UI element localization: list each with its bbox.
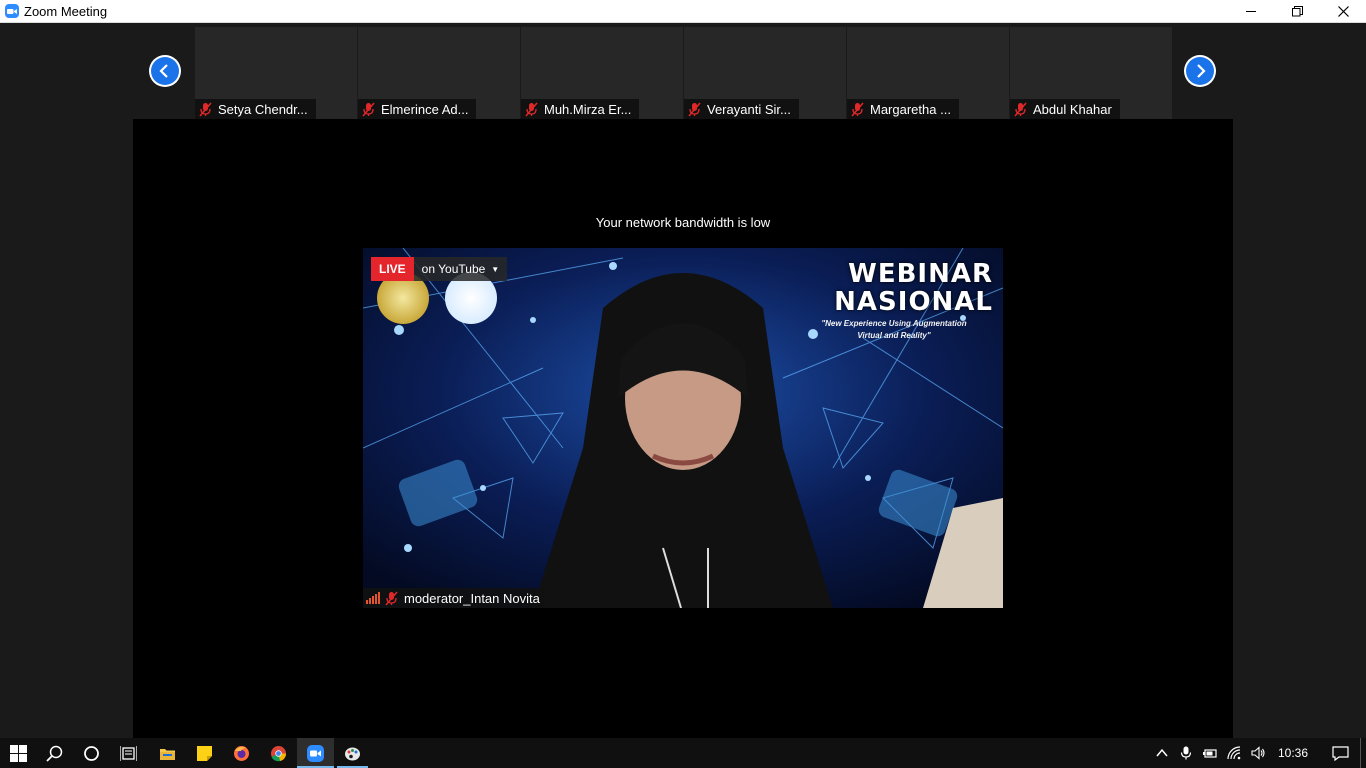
- previous-page-button[interactable]: [149, 55, 181, 87]
- start-button[interactable]: [0, 738, 36, 768]
- participant-name: Abdul Khahar: [1033, 101, 1112, 117]
- action-center-button[interactable]: [1320, 738, 1360, 768]
- firefox-button[interactable]: [223, 738, 260, 768]
- participant-tile[interactable]: Abdul Khahar: [1010, 27, 1172, 119]
- network-tray-button[interactable]: [1222, 738, 1246, 768]
- participant-name-tag: Elmerince Ad...: [358, 99, 477, 119]
- network-bandwidth-notice: Your network bandwidth is low: [595, 215, 771, 230]
- mic-muted-icon: [688, 102, 701, 116]
- participant-tile[interactable]: Margaretha ...: [847, 27, 1009, 119]
- paint-button[interactable]: [334, 738, 371, 768]
- show-hidden-icons-button[interactable]: [1150, 738, 1174, 768]
- firefox-icon: [234, 745, 249, 761]
- zoom-app-icon: [5, 4, 19, 18]
- task-view-icon: [120, 745, 137, 761]
- mic-muted-icon: [362, 102, 375, 116]
- gallery-strip: Setya Chendr... Elmerince Ad... Muh.Mirz…: [133, 23, 1233, 119]
- zoom-taskbar-button[interactable]: [297, 738, 334, 768]
- participant-name-tag: Verayanti Sir...: [684, 99, 799, 119]
- live-on-youtube-badge[interactable]: LIVE on YouTube ▼: [371, 257, 508, 281]
- participant-name: Margaretha ...: [870, 101, 951, 117]
- participant-name-tag: Margaretha ...: [847, 99, 959, 119]
- windows-taskbar: 10:36: [0, 738, 1366, 768]
- speaker-name-tag: moderator_Intan Novita: [363, 588, 544, 608]
- mic-muted-icon: [199, 102, 212, 116]
- chevron-up-icon: [1156, 748, 1168, 757]
- show-desktop-button[interactable]: [1360, 738, 1366, 768]
- chevron-left-icon: [159, 64, 168, 78]
- file-explorer-icon: [160, 748, 175, 760]
- webinar-subtitle: "New Experience Using Augmentation Virtu…: [821, 319, 967, 340]
- restore-button[interactable]: [1274, 0, 1320, 23]
- next-page-button[interactable]: [1184, 55, 1216, 87]
- chevron-right-icon: [1197, 64, 1206, 78]
- participant-tile[interactable]: Verayanti Sir...: [684, 27, 846, 119]
- notification-icon: [1331, 745, 1349, 761]
- participant-tile[interactable]: Muh.Mirza Er...: [521, 27, 683, 119]
- participant-name-tag: Muh.Mirza Er...: [521, 99, 640, 119]
- live-platform-label: on YouTube: [421, 262, 486, 276]
- mic-muted-icon: [851, 102, 864, 116]
- participant-name: Elmerince Ad...: [381, 101, 469, 117]
- title-bar: Zoom Meeting: [0, 0, 1366, 23]
- sticky-notes-icon: [197, 745, 212, 761]
- microphone-icon: [1180, 746, 1192, 760]
- search-icon: [46, 745, 63, 762]
- task-view-button[interactable]: [110, 738, 147, 768]
- meeting-stage: Setya Chendr... Elmerince Ad... Muh.Mirz…: [0, 23, 1366, 738]
- caret-down-icon: ▼: [491, 264, 500, 274]
- mic-muted-icon: [525, 102, 538, 116]
- mic-muted-icon: [1014, 102, 1027, 116]
- participant-tile[interactable]: Setya Chendr...: [195, 27, 357, 119]
- sticky-notes-button[interactable]: [186, 738, 223, 768]
- active-speaker-video[interactable]: WEBINAR NASIONAL "New Experience Using A…: [363, 248, 1003, 608]
- participant-name: Setya Chendr...: [218, 101, 308, 117]
- volume-tray-button[interactable]: [1246, 738, 1270, 768]
- participant-name: Muh.Mirza Er...: [544, 101, 632, 117]
- chrome-button[interactable]: [260, 738, 297, 768]
- battery-tray-button[interactable]: [1198, 738, 1222, 768]
- paint-icon: [345, 747, 360, 760]
- file-explorer-button[interactable]: [149, 738, 186, 768]
- minimize-button[interactable]: [1228, 0, 1274, 23]
- participant-name-tag: Abdul Khahar: [1010, 99, 1120, 119]
- zoom-icon: [307, 744, 324, 762]
- participant-name: Verayanti Sir...: [707, 101, 791, 117]
- speaker-name: moderator_Intan Novita: [404, 590, 540, 606]
- cortana-button[interactable]: [73, 738, 110, 768]
- webinar-title-line2: NASIONAL: [834, 287, 993, 317]
- participant-tile[interactable]: Elmerince Ad...: [358, 27, 520, 119]
- signal-strength-icon: [366, 592, 380, 604]
- microphone-tray-button[interactable]: [1174, 738, 1198, 768]
- close-button[interactable]: [1320, 0, 1366, 23]
- cortana-icon: [84, 745, 99, 761]
- live-indicator: LIVE: [371, 257, 414, 281]
- battery-plugged-icon: [1202, 749, 1217, 758]
- mic-muted-icon: [385, 591, 398, 605]
- live-platform-dropdown[interactable]: on YouTube ▼: [413, 257, 508, 281]
- webinar-title-line1: WEBINAR: [848, 259, 993, 289]
- wifi-icon: [1227, 746, 1241, 760]
- taskbar-clock[interactable]: 10:36: [1270, 746, 1320, 760]
- window-title: Zoom Meeting: [24, 3, 108, 19]
- webinar-title: WEBINAR NASIONAL: [834, 260, 993, 316]
- search-button[interactable]: [36, 738, 73, 768]
- participant-name-tag: Setya Chendr...: [195, 99, 316, 119]
- active-speaker-area: Your network bandwidth is low WEBINAR NA…: [133, 119, 1233, 738]
- windows-logo-icon: [9, 744, 27, 762]
- speaker-volume-icon: [1251, 746, 1265, 760]
- system-tray: 10:36: [1150, 738, 1366, 768]
- chrome-icon: [271, 745, 287, 761]
